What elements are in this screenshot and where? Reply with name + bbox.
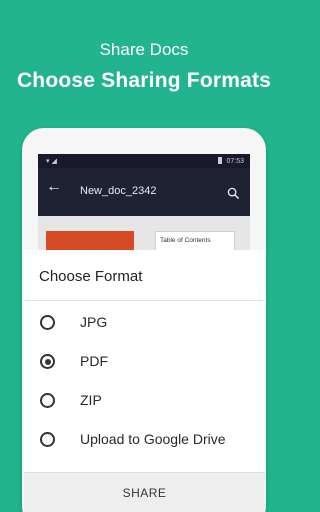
option-jpg[interactable]: JPG: [24, 308, 265, 338]
document-title: New_doc_2342: [80, 185, 157, 197]
signal-icon: ▾ ◢: [46, 158, 57, 165]
radio-google-drive[interactable]: [40, 432, 55, 447]
radio-jpg[interactable]: [40, 315, 55, 330]
option-pdf[interactable]: PDF: [24, 347, 265, 377]
app-bar: ← New_doc_2342: [38, 168, 250, 216]
share-button[interactable]: SHARE: [24, 472, 265, 512]
option-zip[interactable]: ZIP: [24, 386, 265, 416]
sheet-title: Choose Format: [39, 268, 143, 285]
promo-title: Choose Sharing Formats: [16, 69, 272, 92]
format-sheet: Choose Format JPG PDF ZIP Upload to Goog…: [24, 250, 265, 512]
back-arrow-icon[interactable]: ←: [46, 178, 62, 196]
option-label: PDF: [80, 353, 108, 369]
option-label: Upload to Google Drive: [80, 431, 226, 447]
toc-label: Table of Contents: [160, 237, 211, 244]
status-bar: ▾ ◢ 07:53: [38, 154, 250, 168]
status-time: 07:53: [226, 158, 244, 165]
option-label: JPG: [80, 314, 108, 330]
battery-icon: [218, 157, 223, 164]
sheet-divider: [24, 300, 265, 301]
promo-subtitle: Share Docs: [99, 40, 189, 59]
radio-zip[interactable]: [40, 393, 55, 408]
option-label: ZIP: [80, 392, 102, 408]
option-google-drive[interactable]: Upload to Google Drive: [24, 425, 265, 455]
search-icon[interactable]: [227, 187, 240, 200]
radio-pdf[interactable]: [40, 354, 55, 369]
